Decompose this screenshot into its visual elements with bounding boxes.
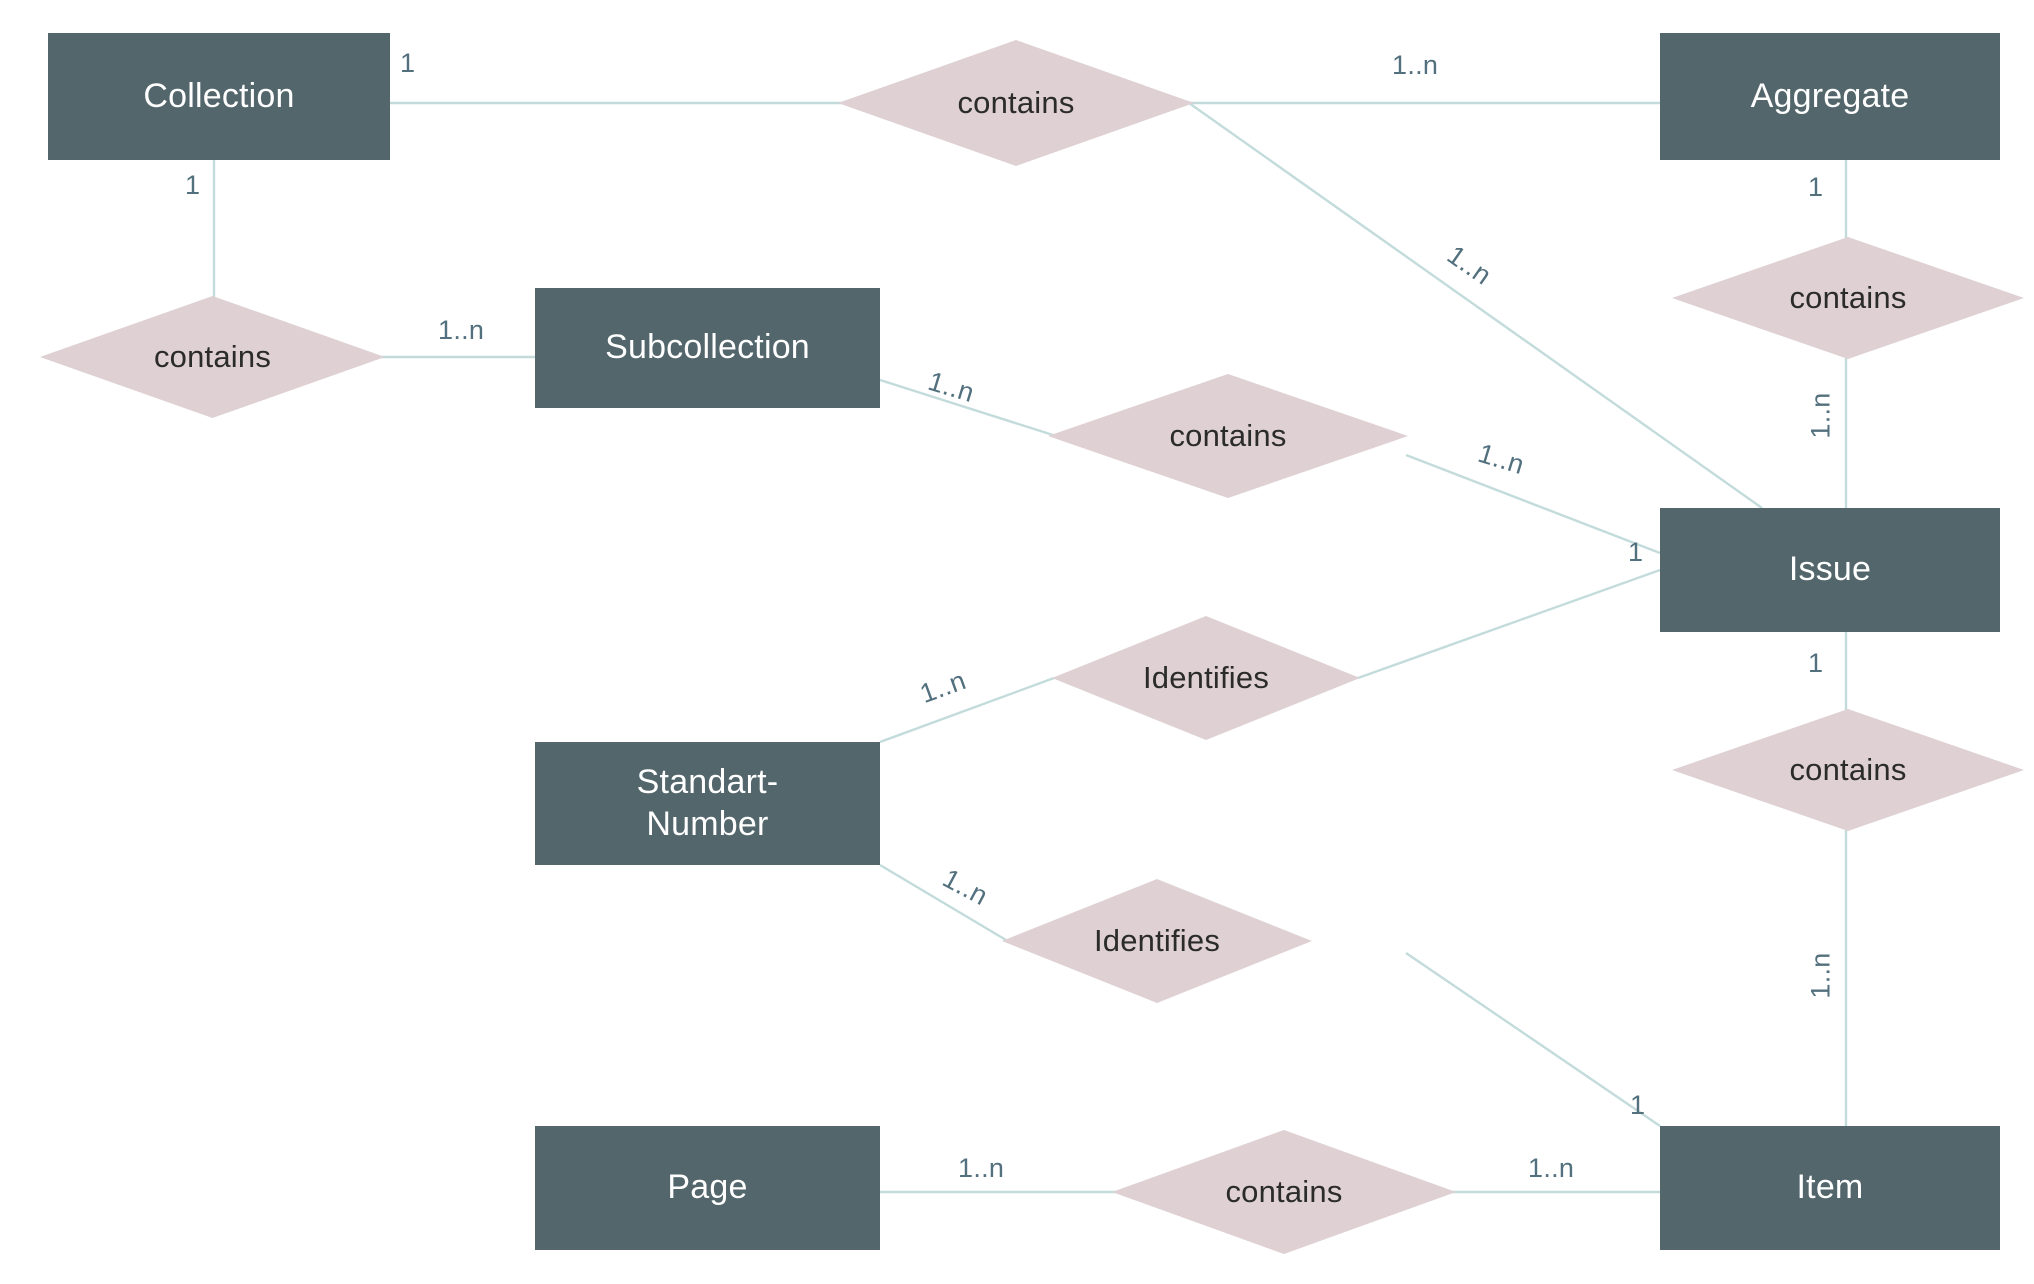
cardinality-collection-contains-top: 1 <box>400 48 416 78</box>
cardinality-collection-contains-left: 1 <box>185 170 201 200</box>
relationship-contains-collection-subcollection[interactable]: contains <box>40 296 385 418</box>
relationship-label: Identifies <box>1093 923 1221 958</box>
relationship-identifies-stdnum-item[interactable]: Identifies <box>1002 879 1312 1003</box>
entity-label: Subcollection <box>605 328 810 367</box>
entity-item[interactable]: Item <box>1660 1126 2000 1250</box>
relationship-label: Identifies <box>1142 660 1270 695</box>
cardinality-contains-issue-diag: 1..n <box>1474 437 1528 481</box>
line-identifies-bottom-to-item <box>1405 952 1661 1127</box>
relationship-label: contains <box>1789 280 1907 315</box>
cardinality-stdnum-identifies-bottom: 1..n <box>937 862 993 912</box>
relationship-contains-aggregate-issue[interactable]: contains <box>1672 237 2024 359</box>
entity-label: Collection <box>143 76 295 115</box>
cardinality-page-contains: 1..n <box>958 1153 1005 1183</box>
er-diagram-canvas: contains contains contains contains Iden… <box>0 0 2034 1284</box>
cardinality-contains-bottom-item: 1..n <box>1805 952 1836 999</box>
relationship-label: contains <box>1789 752 1907 787</box>
entity-label: Issue <box>1788 550 1872 589</box>
relationship-label: contains <box>1169 418 1287 453</box>
cardinality-issue-identifies: 1 <box>1628 537 1644 567</box>
relationship-label: contains <box>153 339 272 374</box>
relationship-contains-collection-aggregate[interactable]: contains <box>838 40 1194 166</box>
relationship-contains-page-item[interactable]: contains <box>1112 1130 1456 1254</box>
cardinality-contains-issue-vertical: 1..n <box>1805 392 1836 439</box>
entity-label: Item <box>1796 1168 1864 1207</box>
entity-subcollection[interactable]: Subcollection <box>535 288 880 408</box>
entity-label: Standart- Number <box>636 763 779 843</box>
cardinality-contains-top-aggregate: 1..n <box>1392 50 1439 80</box>
cardinality-subcollection-contains: 1..n <box>924 365 978 409</box>
relationship-contains-subcollection-issue[interactable]: contains <box>1048 374 1408 498</box>
entity-collection[interactable]: Collection <box>48 33 390 160</box>
cardinality-stdnum-identifies-top: 1..n <box>916 665 970 710</box>
line-contains-mid-to-issue <box>1405 453 1661 555</box>
cardinality-issue-contains-bottom: 1 <box>1808 648 1824 678</box>
relationship-identifies-stdnum-issue[interactable]: Identifies <box>1052 616 1360 740</box>
cardinality-identifies-item: 1 <box>1630 1090 1646 1120</box>
entity-issue[interactable]: Issue <box>1660 508 2000 632</box>
cardinality-contains-item: 1..n <box>1528 1153 1575 1183</box>
relationship-contains-issue-item[interactable]: contains <box>1672 709 2024 831</box>
connector-lines <box>212 101 1848 1194</box>
line-stdnum-to-identifies-bottom <box>879 863 1007 942</box>
line-identifies-top-to-issue <box>1357 568 1661 680</box>
cardinality-contains-top-issue: 1..n <box>1441 239 1497 291</box>
entity-label: Page <box>667 1168 748 1207</box>
cardinality-contains-left-subcollection: 1..n <box>438 315 485 345</box>
relationship-label: contains <box>957 85 1075 120</box>
entity-label: Aggregate <box>1750 76 1910 115</box>
entity-page[interactable]: Page <box>535 1126 880 1250</box>
cardinality-aggregate-contains: 1 <box>1808 172 1824 202</box>
entity-standart-number[interactable]: Standart- Number <box>535 742 880 865</box>
relationship-label: contains <box>1225 1174 1343 1209</box>
entity-aggregate[interactable]: Aggregate <box>1660 33 2000 160</box>
